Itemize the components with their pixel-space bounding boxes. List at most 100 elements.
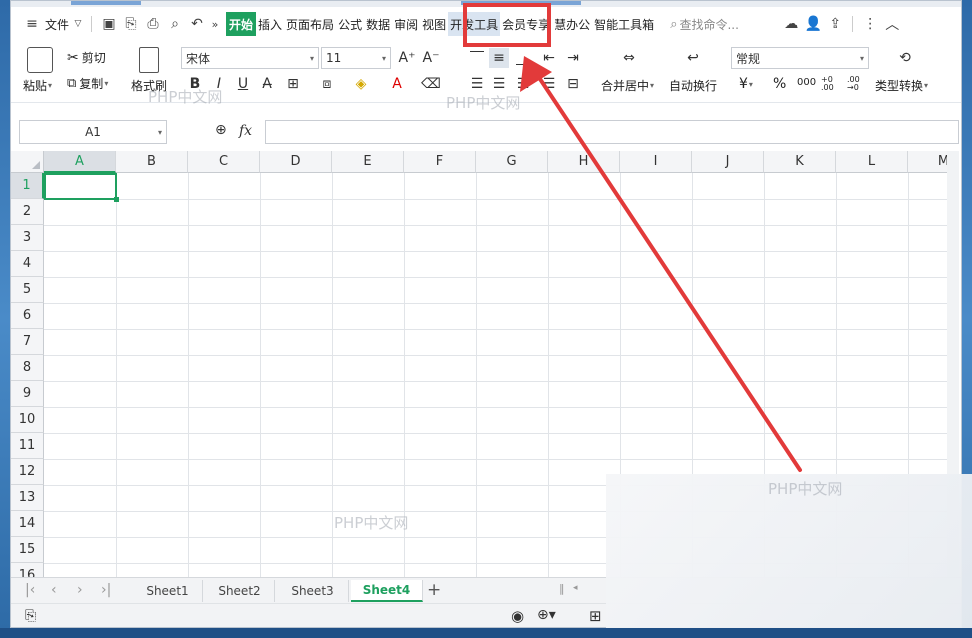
strikethrough-icon[interactable]: A̶ (257, 74, 277, 94)
underline-icon[interactable]: U (233, 74, 253, 94)
paste-icon[interactable] (27, 47, 53, 73)
thousands-button[interactable]: 000 (797, 77, 816, 88)
normal-view-icon[interactable]: ⊞ (589, 607, 602, 625)
row-header-14[interactable]: 14 (11, 511, 44, 537)
column-header-c[interactable]: C (188, 151, 260, 173)
chevron-down-icon[interactable]: ▽ (71, 13, 85, 35)
align-left-icon[interactable]: ☰ (467, 74, 487, 94)
copy-button[interactable]: ⧉ 复制 ▾ (67, 75, 108, 92)
wrap-text-icon[interactable]: ↩ (681, 48, 705, 68)
undo-icon[interactable]: ↶ (186, 13, 208, 35)
tab-review[interactable]: 审阅 (392, 12, 420, 36)
align-middle-icon[interactable]: ≡ (489, 48, 509, 68)
row-header-16[interactable]: 16 (11, 563, 44, 577)
column-header-b[interactable]: B (116, 151, 188, 173)
sheet-tab-3[interactable]: Sheet3 (277, 580, 349, 602)
print-icon[interactable]: ⎙ (142, 13, 164, 35)
tab-data[interactable]: 数据 (364, 12, 392, 36)
column-header-g[interactable]: G (476, 151, 548, 173)
column-header-i[interactable]: I (620, 151, 692, 173)
currency-button[interactable]: ¥ ▾ (739, 76, 753, 92)
scroll-left-icon[interactable]: ◂ (573, 583, 578, 593)
column-header-h[interactable]: H (548, 151, 620, 173)
align-bottom-icon[interactable]: ⎽ (513, 48, 533, 68)
row-header-1[interactable]: 1 (11, 173, 44, 199)
tab-insert[interactable]: 插入 (256, 12, 284, 36)
sheet-tab-1[interactable]: Sheet1 (133, 580, 203, 602)
increase-indent-icon[interactable]: ⇥ (563, 48, 583, 68)
align-right-icon[interactable]: ☰ (513, 74, 533, 94)
increase-decimal-button[interactable]: +0 .00 (821, 76, 841, 92)
eraser-icon[interactable]: ⌫ (421, 74, 441, 94)
eye-protection-icon[interactable]: ◉ (511, 607, 524, 625)
file-menu[interactable]: 文件 (43, 12, 71, 36)
column-header-k[interactable]: K (764, 151, 836, 173)
save-icon[interactable]: ▣ (98, 13, 120, 35)
justify-icon[interactable]: ☰ (539, 74, 559, 94)
row-header-13[interactable]: 13 (11, 485, 44, 511)
sheet-tab-4[interactable]: Sheet4 (351, 580, 423, 602)
column-header-m[interactable]: M (908, 151, 947, 173)
decrease-indent-icon[interactable]: ⇤ (539, 48, 559, 68)
column-header-f[interactable]: F (404, 151, 476, 173)
decrease-font-icon[interactable]: A⁻ (421, 48, 441, 68)
bold-icon[interactable]: B (185, 74, 205, 94)
active-cell[interactable] (44, 173, 119, 202)
format-painter-button[interactable]: 格式刷 (131, 77, 167, 94)
column-header-a[interactable]: A (44, 151, 116, 173)
font-name-select[interactable]: 宋体 ▾ (181, 47, 319, 69)
more-options-icon[interactable]: ⋮ (859, 13, 881, 35)
row-header-15[interactable]: 15 (11, 537, 44, 563)
tab-view[interactable]: 视图 (420, 12, 448, 36)
row-header-11[interactable]: 11 (11, 433, 44, 459)
fill-color-icon[interactable]: ◈ (351, 74, 371, 94)
cloud-icon[interactable]: ☁ (780, 13, 802, 35)
column-header-j[interactable]: J (692, 151, 764, 173)
macro-icon[interactable]: ⎘ (25, 608, 36, 624)
tab-formulas[interactable]: 公式 (336, 12, 364, 36)
merge-center-button[interactable]: 合并居中 ▾ (601, 77, 654, 94)
row-header-6[interactable]: 6 (11, 303, 44, 329)
hamburger-menu-icon[interactable]: ≡ (21, 13, 43, 35)
add-sheet-icon[interactable]: + (427, 580, 441, 600)
row-header-10[interactable]: 10 (11, 407, 44, 433)
row-header-12[interactable]: 12 (11, 459, 44, 485)
column-header-e[interactable]: E (332, 151, 404, 173)
select-all-corner[interactable] (11, 151, 44, 173)
fill-style-icon[interactable]: ⧈ (317, 74, 337, 94)
align-center-icon[interactable]: ☰ (489, 74, 509, 94)
decrease-decimal-button[interactable]: .00 →0 (847, 76, 867, 92)
column-header-l[interactable]: L (836, 151, 908, 173)
column-header-d[interactable]: D (260, 151, 332, 173)
format-painter-icon[interactable] (139, 47, 159, 73)
tab-smart-office[interactable]: 慧办公 (552, 12, 592, 36)
cut-button[interactable]: ✂ 剪切 (67, 49, 106, 66)
convert-icon[interactable]: ⟲ (893, 48, 917, 68)
type-convert-button[interactable]: 类型转换 ▾ (875, 77, 928, 94)
fx-icon[interactable]: fx (239, 123, 252, 139)
print-preview-icon[interactable]: ⌕ (164, 13, 186, 35)
share-icon[interactable]: ⇪ (824, 13, 846, 35)
zoom-icon[interactable]: ⊕ (215, 122, 227, 138)
italic-icon[interactable]: I (209, 74, 229, 94)
prev-sheet-icon[interactable]: ‹ (51, 582, 57, 598)
number-format-select[interactable]: 常规 ▾ (731, 47, 869, 69)
wrap-text-button[interactable]: 自动换行 (669, 77, 717, 94)
row-header-5[interactable]: 5 (11, 277, 44, 303)
tab-page-layout[interactable]: 页面布局 (284, 12, 336, 36)
row-header-4[interactable]: 4 (11, 251, 44, 277)
last-sheet-icon[interactable]: ›| (101, 582, 111, 598)
row-header-9[interactable]: 9 (11, 381, 44, 407)
row-header-7[interactable]: 7 (11, 329, 44, 355)
tab-smart-toolbox[interactable]: 智能工具箱 (592, 12, 656, 36)
formula-input[interactable] (265, 120, 959, 144)
name-box[interactable]: A1 ▾ (19, 120, 167, 144)
view-mode-icon[interactable]: ⊕▾ (537, 607, 556, 623)
row-header-8[interactable]: 8 (11, 355, 44, 381)
percent-button[interactable]: % (773, 76, 786, 92)
export-icon[interactable]: ⎘ (120, 13, 142, 35)
first-sheet-icon[interactable]: |‹ (25, 582, 35, 598)
border-icon[interactable]: ⊞ (283, 74, 303, 94)
align-top-icon[interactable]: ⎺ (467, 48, 487, 68)
more-tabs-icon[interactable]: » (208, 13, 222, 35)
